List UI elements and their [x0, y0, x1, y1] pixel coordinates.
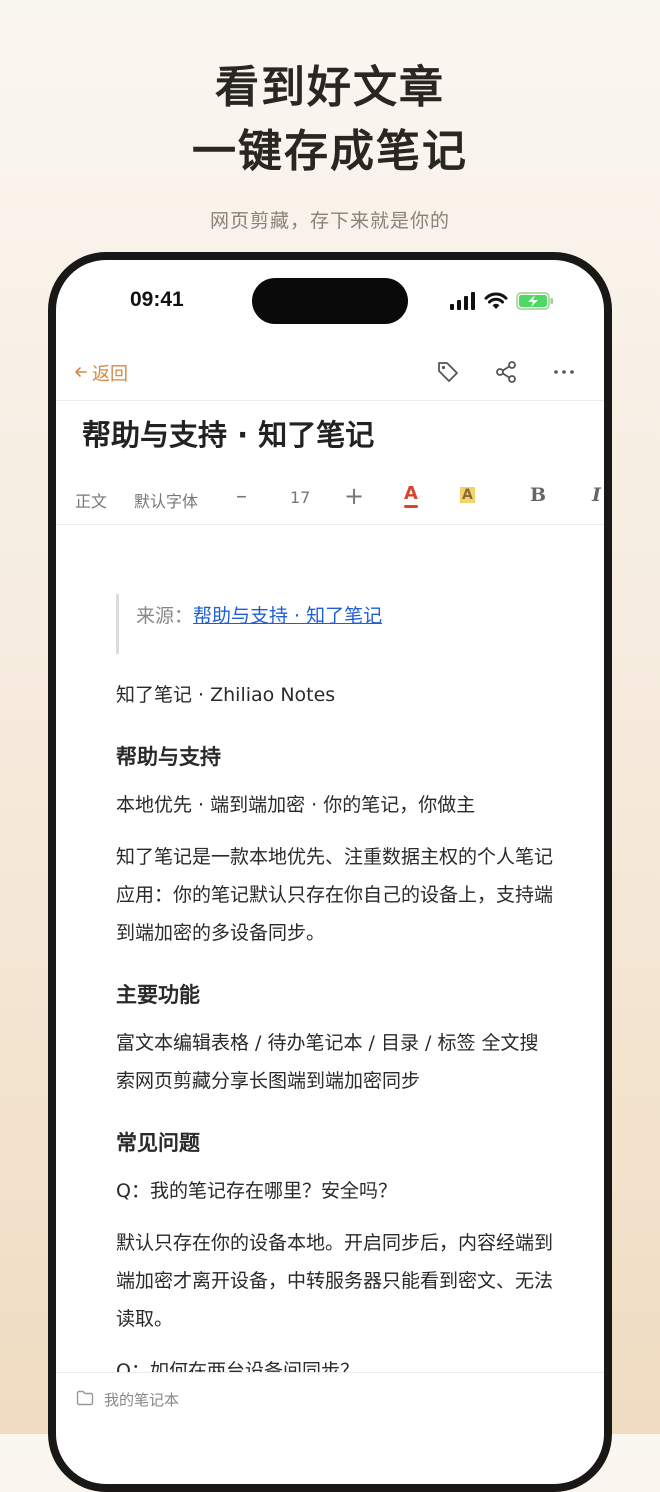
text-color-bar — [404, 505, 418, 508]
source-label: 来源： — [136, 605, 194, 627]
bold-button[interactable]: B — [530, 484, 546, 506]
heading-features: 主要功能 — [116, 983, 200, 1007]
paragraph-1: 知了笔记 · Zhiliao Notes — [116, 684, 336, 706]
wifi-icon — [484, 292, 508, 314]
text-color-letter: A — [404, 483, 418, 504]
back-label: 返回 — [92, 364, 128, 385]
signal-icon — [450, 292, 476, 314]
highlight-letter: A — [460, 487, 475, 503]
hero-title-line1: 看到好文章 — [215, 62, 445, 113]
source-link[interactable]: 帮助与支持 · 知了笔记 — [193, 605, 382, 627]
font-family-button[interactable]: 默认字体 — [134, 488, 198, 512]
paragraph-5: Q：我的笔记存在哪里？安全吗？ — [116, 1180, 397, 1202]
highlight-color-button[interactable]: A — [460, 484, 475, 503]
note-content[interactable]: 来源：帮助与支持 · 知了笔记 知了笔记 · Zhiliao Notes 帮助与… — [116, 594, 556, 1390]
format-toolbar: 正文 默认字体 – 17 + A A B I — [56, 472, 604, 525]
notebook-name: 我的笔记本 — [104, 1391, 180, 1409]
paragraph-2: 本地优先 · 端到端加密 · 你的笔记，你做主 — [116, 794, 476, 816]
paragraph-6: 默认只存在你的设备本地。开启同步后，内容经端到端加密才离开设备，中转服务器只能看… — [116, 1232, 554, 1330]
status-icons — [450, 292, 554, 314]
hero-subtitle: 网页剪藏，存下来就是你的 — [209, 210, 450, 232]
paragraph-3: 知了笔记是一款本地优先、注重数据主权的个人笔记应用：你的笔记默认只存在你自己的设… — [116, 846, 554, 944]
paragraph-4: 富文本编辑表格 / 待办笔记本 / 目录 / 标签 全文搜索网页剪藏分享长图端到… — [116, 1032, 539, 1092]
nav-actions — [434, 358, 578, 386]
status-time: 09:41 — [130, 288, 184, 311]
battery-charging-icon — [516, 292, 554, 314]
more-icon[interactable] — [550, 358, 578, 386]
hero-title: 看到好文章 一键存成笔记 — [0, 56, 660, 184]
italic-button[interactable]: I — [592, 484, 601, 506]
source-quote: 来源：帮助与支持 · 知了笔记 — [116, 594, 556, 654]
doc-title[interactable]: 帮助与支持 · 知了笔记 — [82, 412, 374, 454]
heading-help: 帮助与支持 — [116, 745, 221, 769]
back-button[interactable]: 返回 — [74, 360, 128, 386]
phone-screen: 09:41 返回 帮助与支持 · 知了笔记 正文 默认字体 – 17 + A A… — [56, 260, 604, 1484]
tag-icon[interactable] — [434, 358, 462, 386]
text-color-button[interactable]: A — [404, 484, 418, 508]
font-size-decrease-button[interactable]: – — [236, 484, 247, 509]
dynamic-island — [252, 278, 408, 324]
top-nav: 返回 — [56, 346, 604, 401]
folder-icon — [76, 1390, 94, 1410]
paragraph-style-button[interactable]: 正文 — [75, 488, 107, 512]
heading-faq: 常见问题 — [116, 1131, 200, 1155]
arrow-left-icon — [74, 363, 88, 384]
phone-frame: 09:41 返回 帮助与支持 · 知了笔记 正文 默认字体 – 17 + A A… — [48, 252, 612, 1492]
font-size-increase-button[interactable]: + — [344, 482, 364, 510]
share-icon[interactable] — [492, 358, 520, 386]
bottom-bar: 我的笔记本 — [56, 1372, 604, 1429]
font-size-value: 17 — [290, 488, 311, 507]
hero-title-line2: 一键存成笔记 — [192, 126, 468, 177]
notebook-selector[interactable]: 我的笔记本 — [76, 1389, 179, 1410]
